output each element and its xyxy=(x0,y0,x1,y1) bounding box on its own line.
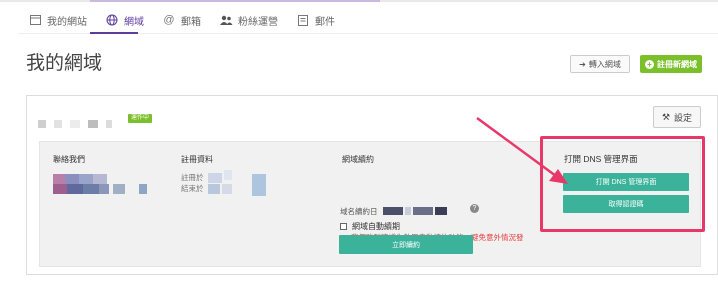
renew-now-button[interactable]: 立即續約 xyxy=(339,235,473,254)
main-nav: 我的網站 網域 @ 郵箱 粉絲運營 郵件 xyxy=(28,9,353,31)
registration-dates-redacted xyxy=(208,170,278,200)
expires-on-label: 結束於 xyxy=(181,184,204,193)
status-badge: 運作中 xyxy=(128,114,153,123)
page-title: 我的網域 xyxy=(26,53,103,74)
tab-label: 粉絲運營 xyxy=(238,16,278,28)
tab-mailbox[interactable]: @ 郵箱 xyxy=(162,13,201,28)
auto-renew-row: 網域自動續期 xyxy=(340,221,400,232)
document-icon xyxy=(296,13,310,27)
arrow-right-icon: ➔ xyxy=(579,59,586,69)
tab-label: 網域 xyxy=(124,16,144,28)
tab-domains[interactable]: 網域 xyxy=(105,13,144,28)
wrench-icon: ⚒ xyxy=(661,111,671,122)
tab-label: 郵件 xyxy=(315,16,335,28)
active-tab-indicator xyxy=(90,32,138,34)
tab-label: 我的網站 xyxy=(47,16,87,28)
settings-button[interactable]: ⚒ 設定 xyxy=(653,106,701,128)
register-label: 註冊新網域 xyxy=(657,59,697,69)
registered-on-label: 註冊於 xyxy=(181,173,204,182)
contact-heading: 聯絡我們 xyxy=(53,155,85,164)
renewal-date-redacted xyxy=(383,206,463,216)
tab-mail[interactable]: 郵件 xyxy=(296,13,335,28)
renew-label: 立即續約 xyxy=(392,241,420,249)
tab-fan-operations[interactable]: 粉絲運營 xyxy=(219,13,278,28)
transfer-label: 轉入網域 xyxy=(588,59,621,69)
window-icon xyxy=(28,13,42,27)
settings-label: 設定 xyxy=(674,112,693,123)
auto-renew-checkbox[interactable] xyxy=(340,223,347,230)
at-icon: @ xyxy=(163,14,175,26)
top-accent-line xyxy=(0,0,718,2)
registration-heading: 註冊資料 xyxy=(181,155,213,164)
globe-icon xyxy=(105,13,119,27)
plus-icon: + xyxy=(645,59,654,69)
tab-label: 郵箱 xyxy=(181,16,201,28)
domain-name-redacted xyxy=(38,120,112,128)
annotation-highlight-box xyxy=(540,136,705,232)
auto-renew-label: 網域自動續期 xyxy=(352,222,400,231)
transfer-domain-button[interactable]: ➔ 轉入網域 xyxy=(570,55,630,73)
register-domain-button[interactable]: + 註冊新網域 xyxy=(640,55,702,73)
users-icon xyxy=(219,13,233,27)
next-renewal-label: 域名續約日 xyxy=(340,207,378,216)
tab-my-websites[interactable]: 我的網站 xyxy=(28,13,87,28)
renewal-heading: 網域續約 xyxy=(342,155,374,164)
contact-info-redacted xyxy=(53,174,163,200)
help-icon[interactable]: ? xyxy=(470,204,479,213)
